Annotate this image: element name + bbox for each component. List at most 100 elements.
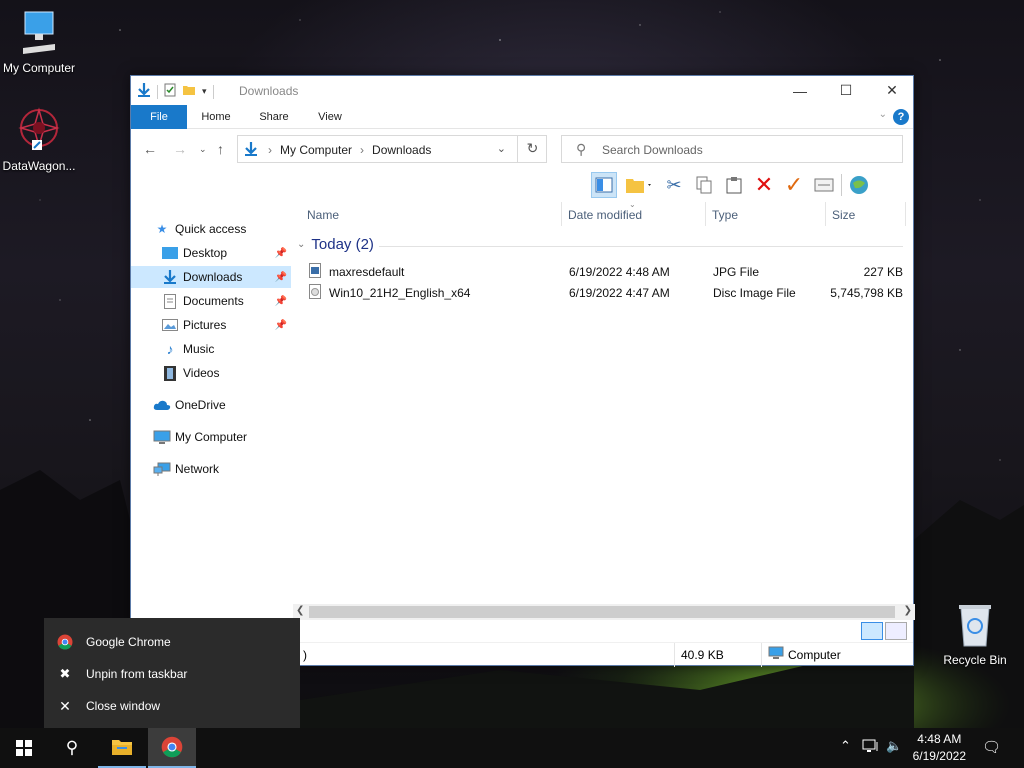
group-header-today[interactable]: ⌄ Today (2) — [297, 236, 374, 253]
search-input[interactable]: ⚲ Search Downloads — [561, 135, 903, 163]
address-dropdown[interactable]: ⌄ — [497, 142, 506, 155]
group-label: Today (2) — [311, 236, 374, 253]
file-row[interactable]: maxresdefault 6/19/2022 4:48 AM JPG File… — [309, 261, 905, 282]
sidebar-item-onedrive[interactable]: OneDrive — [153, 394, 313, 416]
status-location: Computer — [761, 643, 841, 667]
horizontal-scrollbar[interactable]: ❮ ❯ — [293, 604, 915, 620]
properties-icon[interactable] — [811, 172, 837, 198]
copy-icon[interactable] — [691, 172, 717, 198]
clock-date: 6/19/2022 — [912, 749, 966, 763]
sidebar-item-label: My Computer — [175, 430, 248, 444]
up-button[interactable]: ↑ — [217, 141, 224, 157]
new-folder-icon[interactable] — [182, 83, 196, 100]
network-tray-icon[interactable] — [862, 738, 880, 757]
breadcrumb-downloads[interactable]: Downloads — [372, 143, 431, 157]
command-toolbar: ✂ ✕ ✓ — [591, 170, 872, 200]
details-view-button[interactable] — [861, 622, 883, 640]
taskbar-search-button[interactable]: ⚲ — [48, 728, 96, 768]
jumplist-item-unpin[interactable]: ✖ Unpin from taskbar — [44, 658, 300, 690]
sidebar-item-quick-access[interactable]: ★ Quick access — [153, 218, 313, 240]
breadcrumb-my-computer[interactable]: My Computer — [280, 143, 352, 157]
quick-access-toolbar: ▾ — [137, 82, 214, 101]
scrollbar-thumb[interactable] — [309, 606, 895, 618]
expand-ribbon-chevron-icon[interactable]: ⌄ — [879, 109, 887, 120]
sidebar-item-desktop[interactable]: Desktop 📌 — [131, 242, 291, 264]
preview-pane-icon[interactable] — [591, 172, 617, 198]
sidebar-item-label: Documents — [183, 294, 244, 308]
address-bar[interactable]: › My Computer › Downloads ⌄ — [237, 135, 547, 163]
title-bar[interactable]: ▾ Downloads — ☐ ✕ — [131, 76, 913, 105]
column-header-date-modified[interactable]: Date modified — [568, 208, 642, 222]
file-date: 6/19/2022 4:48 AM — [569, 265, 670, 279]
close-button[interactable]: ✕ — [869, 76, 915, 105]
pin-icon[interactable]: 📌 — [275, 296, 287, 307]
ribbon-tabs: File Home Share View ⌄ ? — [131, 105, 913, 129]
tab-home[interactable]: Home — [193, 105, 239, 129]
maximize-button[interactable]: ☐ — [823, 76, 869, 105]
forward-button[interactable]: → — [173, 141, 187, 157]
column-header-type[interactable]: Type — [712, 208, 738, 222]
desktop-icon-label: My Computer — [2, 61, 76, 75]
paste-icon[interactable] — [721, 172, 747, 198]
desktop-icon-datawagon[interactable]: DataWagon... — [0, 106, 78, 173]
volume-icon[interactable]: 🔈 — [886, 738, 902, 754]
sidebar-item-documents[interactable]: Documents 📌 — [131, 290, 291, 312]
jumplist-item-close-window[interactable]: ✕ Close window — [44, 690, 300, 722]
large-icons-view-button[interactable] — [885, 622, 907, 640]
status-location-label: Computer — [788, 648, 841, 662]
sidebar-item-network[interactable]: Network — [153, 458, 313, 480]
column-header-size[interactable]: Size — [832, 208, 855, 222]
delete-icon[interactable]: ✕ — [751, 172, 777, 198]
film-icon — [161, 365, 179, 381]
computer-icon — [153, 430, 171, 445]
tab-view[interactable]: View — [307, 105, 353, 129]
pin-icon[interactable]: 📌 — [275, 248, 287, 259]
desktop-icon-label: Recycle Bin — [943, 653, 1007, 667]
sidebar-item-label: Quick access — [175, 222, 247, 236]
globe-icon[interactable] — [846, 172, 872, 198]
refresh-button[interactable]: ↻ — [517, 135, 547, 163]
navigation-bar: ← → ⌄ ↑ › My Computer › Downloads ⌄ ↻ ⚲ … — [131, 129, 913, 169]
sidebar-item-videos[interactable]: Videos — [131, 362, 291, 384]
taskbar-file-explorer[interactable] — [98, 728, 146, 768]
jumplist-item-label: Google Chrome — [86, 635, 171, 649]
status-size: 40.9 KB — [674, 643, 724, 667]
system-clock[interactable]: 4:48 AM 6/19/2022 — [913, 731, 966, 765]
pin-icon[interactable]: 📌 — [275, 272, 287, 283]
sidebar-item-music[interactable]: ♪ Music — [131, 338, 291, 360]
sidebar-item-pictures[interactable]: Pictures 📌 — [131, 314, 291, 336]
scroll-right-icon[interactable]: ❯ — [904, 605, 912, 616]
scroll-left-icon[interactable]: ❮ — [296, 605, 304, 616]
minimize-button[interactable]: — — [777, 76, 823, 105]
tab-file[interactable]: File — [131, 105, 187, 129]
datawagon-icon — [0, 106, 78, 157]
file-type: JPG File — [713, 265, 760, 279]
search-placeholder: Search Downloads — [602, 143, 703, 157]
navigation-pane: ★ Quick access Desktop 📌 Downloads 📌 Doc… — [131, 204, 291, 614]
new-item-icon[interactable] — [621, 172, 657, 198]
sidebar-item-downloads[interactable]: Downloads 📌 — [131, 266, 291, 288]
taskbar-chrome[interactable] — [148, 728, 196, 768]
pin-icon[interactable]: 📌 — [275, 320, 287, 331]
properties-icon[interactable] — [164, 83, 176, 100]
show-hidden-icons-chevron-icon[interactable]: ⌃ — [840, 738, 851, 754]
customize-qat-dropdown[interactable]: ▾ — [202, 86, 207, 97]
column-header-name[interactable]: Name — [307, 208, 339, 222]
rename-check-icon[interactable]: ✓ — [781, 172, 807, 198]
tab-share[interactable]: Share — [251, 105, 297, 129]
jumplist-item-open-chrome[interactable]: Google Chrome — [44, 626, 300, 658]
notifications-icon[interactable]: 🗨 — [982, 738, 1001, 756]
back-button[interactable]: ← — [143, 141, 157, 157]
jumplist-item-label: Unpin from taskbar — [86, 667, 188, 681]
file-row[interactable]: Win10_21H2_English_x64 6/19/2022 4:47 AM… — [309, 282, 905, 303]
search-icon: ⚲ — [576, 141, 587, 157]
sidebar-item-my-computer[interactable]: My Computer — [153, 426, 313, 448]
desktop-icon-my-computer[interactable]: My Computer — [0, 8, 78, 75]
desktop-icon-recycle-bin[interactable]: Recycle Bin — [936, 602, 1014, 667]
documents-icon — [161, 293, 179, 309]
help-button[interactable]: ? — [893, 109, 909, 125]
recent-locations-dropdown[interactable]: ⌄ — [199, 144, 207, 155]
start-button[interactable] — [0, 728, 48, 768]
cut-icon[interactable]: ✂ — [661, 172, 687, 198]
view-toggle — [861, 622, 907, 640]
